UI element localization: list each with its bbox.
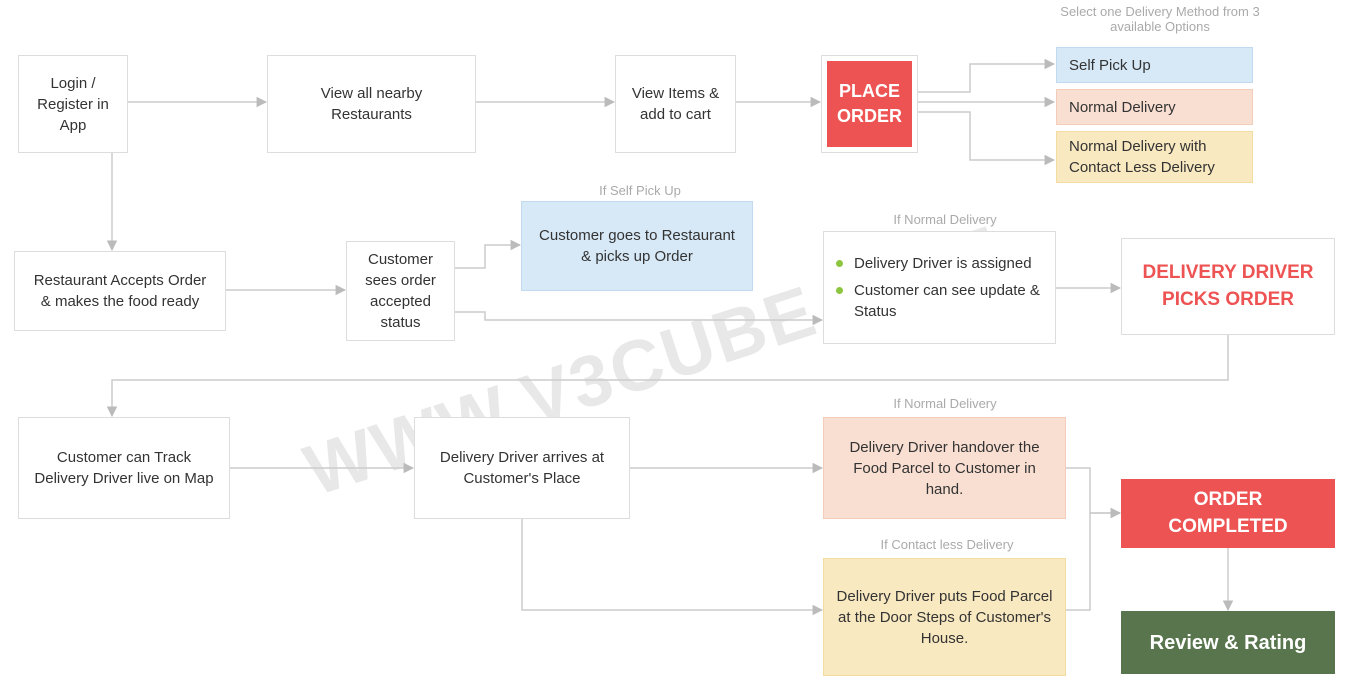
box-self-pickup-action: Customer goes to Restaurant & picks up O… [521, 201, 753, 291]
restaurant-accepts-text: Restaurant Accepts Order & makes the foo… [27, 270, 213, 312]
opt-normal-delivery: Normal Delivery [1056, 89, 1253, 125]
box-view-nearby: View all nearby Restaurants [267, 55, 476, 153]
track-driver-text: Customer can Track Delivery Driver live … [31, 447, 217, 489]
doorstep-text: Delivery Driver puts Food Parcel at the … [836, 586, 1053, 649]
review-rating-text: Review & Rating [1150, 629, 1307, 657]
opt-normal-text: Normal Delivery [1069, 97, 1176, 118]
if-normal-delivery-caption-row2: If Normal Delivery [885, 212, 1005, 227]
box-review-rating: Review & Rating [1121, 611, 1335, 674]
box-driver-picks-order: DELIVERY DRIVER PICKS ORDER [1121, 238, 1335, 335]
delivery-bullet-list: Delivery Driver is assigned Customer can… [836, 247, 1043, 328]
if-self-pickup-caption: If Self Pick Up [590, 183, 690, 198]
opt-self-text: Self Pick Up [1069, 55, 1151, 76]
view-items-text: View Items & add to cart [628, 83, 723, 125]
delivery-method-caption: Select one Delivery Method from 3 availa… [1060, 4, 1260, 34]
box-handover: Delivery Driver handover the Food Parcel… [823, 417, 1066, 519]
box-doorstep: Delivery Driver puts Food Parcel at the … [823, 558, 1066, 676]
box-login: Login / Register in App [18, 55, 128, 153]
box-delivery-bullets: Delivery Driver is assigned Customer can… [823, 231, 1056, 344]
bullet-driver-assigned: Delivery Driver is assigned [836, 253, 1043, 274]
box-place-order: PLACE ORDER [827, 61, 912, 147]
self-pickup-action-text: Customer goes to Restaurant & picks up O… [534, 225, 740, 267]
place-order-text: PLACE ORDER [837, 79, 902, 129]
view-nearby-text: View all nearby Restaurants [280, 83, 463, 125]
driver-arrives-text: Delivery Driver arrives at Customer's Pl… [427, 447, 617, 489]
order-completed-text: ORDER COMPLETED [1133, 487, 1323, 540]
box-restaurant-accepts: Restaurant Accepts Order & makes the foo… [14, 251, 226, 331]
box-view-items: View Items & add to cart [615, 55, 736, 153]
opt-contactless-delivery: Normal Delivery with Contact Less Delive… [1056, 131, 1253, 183]
bullet-see-update: Customer can see update & Status [836, 280, 1043, 322]
handover-text: Delivery Driver handover the Food Parcel… [836, 437, 1053, 500]
box-driver-arrives: Delivery Driver arrives at Customer's Pl… [414, 417, 630, 519]
box-place-order-outer: PLACE ORDER [821, 55, 918, 153]
opt-self-pickup: Self Pick Up [1056, 47, 1253, 83]
opt-contactless-text: Normal Delivery with Contact Less Delive… [1069, 136, 1240, 178]
login-text: Login / Register in App [31, 73, 115, 136]
if-normal-delivery-caption-row3: If Normal Delivery [885, 396, 1005, 411]
box-order-completed: ORDER COMPLETED [1121, 479, 1335, 548]
box-track-driver: Customer can Track Delivery Driver live … [18, 417, 230, 519]
if-contactless-caption: If Contact less Delivery [877, 537, 1017, 552]
driver-picks-text: DELIVERY DRIVER PICKS ORDER [1134, 260, 1322, 313]
customer-status-text: Customer sees order accepted status [359, 249, 442, 333]
box-customer-status: Customer sees order accepted status [346, 241, 455, 341]
